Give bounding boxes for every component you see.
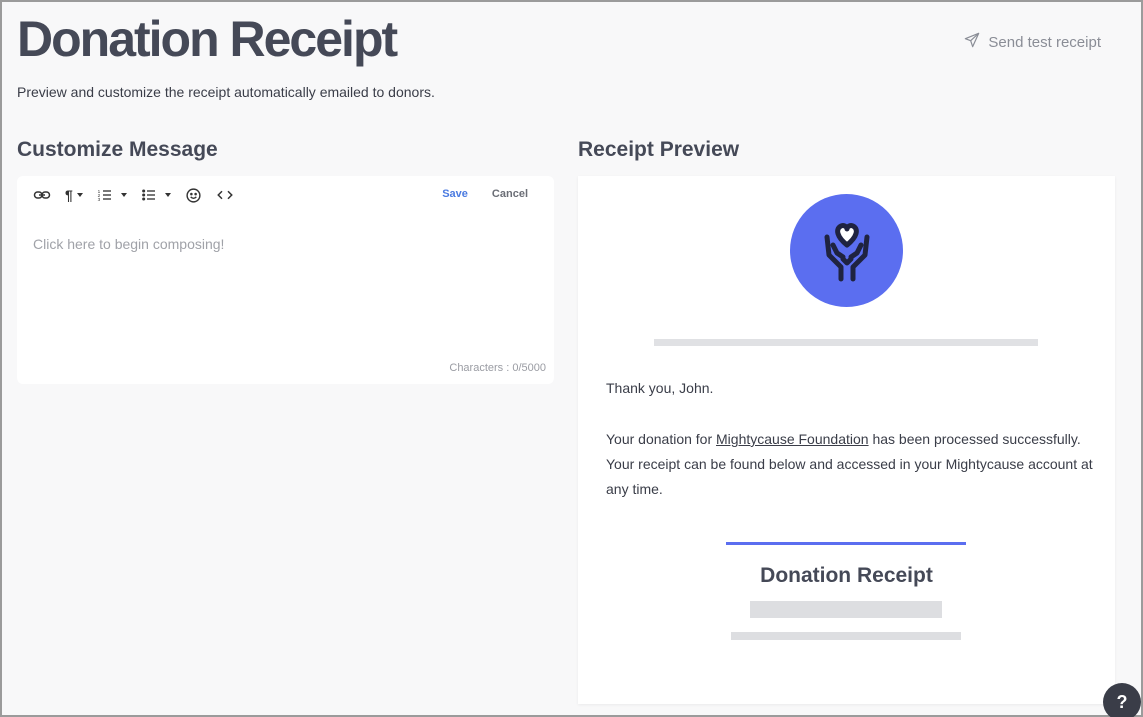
receipt-preview-title: Receipt Preview (578, 138, 740, 161)
send-test-receipt-button[interactable]: Send test receipt (964, 32, 1101, 52)
paragraph-icon: ¶ (65, 187, 73, 203)
code-icon (216, 190, 233, 200)
customize-message-title: Customize Message (17, 138, 218, 161)
send-icon (964, 32, 980, 52)
page-subtitle: Preview and customize the receipt automa… (17, 84, 435, 100)
link-icon[interactable] (33, 186, 51, 204)
thank-you-greeting: Thank you, John. (606, 380, 714, 396)
svg-text:3: 3 (97, 197, 100, 202)
paragraph-format-dropdown[interactable]: ¶ (65, 186, 83, 204)
placeholder-bar (654, 339, 1038, 346)
code-view-button[interactable] (216, 186, 234, 204)
ordered-list-icon: 123 (97, 189, 111, 202)
help-button[interactable]: ? (1103, 683, 1141, 717)
chevron-down-icon (76, 193, 83, 197)
receipt-message: Your donation for Mightycause Foundation… (606, 427, 1096, 502)
receipt-title: Donation Receipt (760, 564, 933, 587)
hands-heart-icon (824, 222, 869, 281)
page-title: Donation Receipt (17, 11, 398, 67)
organization-link[interactable]: Mightycause Foundation (716, 431, 869, 447)
editor-actions: Save Cancel (442, 188, 528, 200)
unordered-list-icon (141, 189, 155, 201)
cancel-button[interactable]: Cancel (492, 188, 528, 200)
placeholder-bar (750, 601, 942, 618)
unordered-list-dropdown[interactable] (141, 186, 171, 204)
chevron-down-icon (120, 193, 127, 197)
chevron-down-icon (164, 193, 171, 197)
message-editor[interactable]: ¶ 123 Save Cancel Click here to begin co… (17, 176, 554, 384)
emoji-icon (186, 187, 201, 203)
save-button[interactable]: Save (442, 188, 468, 200)
send-test-receipt-label: Send test receipt (988, 33, 1101, 51)
receipt-divider (726, 542, 966, 545)
message-prefix: Your donation for (606, 431, 717, 447)
placeholder-bar (731, 632, 961, 640)
charity-logo (790, 194, 903, 307)
ordered-list-dropdown[interactable]: 123 (97, 186, 127, 204)
character-count: Characters : 0/5000 (449, 362, 546, 374)
receipt-preview-panel: Thank you, John. Your donation for Might… (578, 176, 1115, 704)
editor-placeholder[interactable]: Click here to begin composing! (33, 236, 224, 252)
emoji-button[interactable] (185, 186, 202, 204)
editor-toolbar: ¶ 123 (33, 186, 248, 204)
